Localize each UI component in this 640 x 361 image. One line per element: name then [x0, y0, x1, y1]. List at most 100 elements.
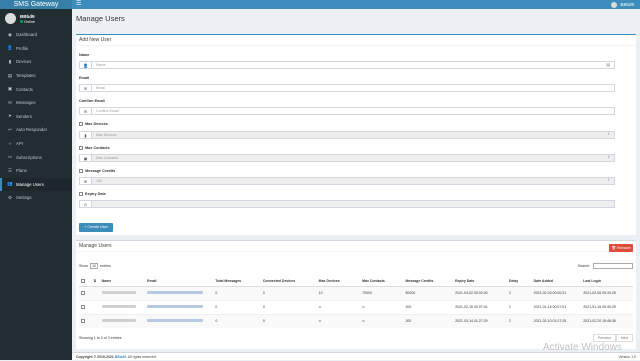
- sidebar-item-messages[interactable]: ✉ Messages: [0, 96, 72, 110]
- chevron-down-icon: ⇕: [607, 178, 610, 182]
- avatar: [611, 1, 618, 8]
- max-devices-field[interactable]: ▮ Max Devices ⇕: [79, 131, 615, 139]
- confirm-email-field[interactable]: ✉ Confirm Email: [79, 107, 615, 115]
- profile-name: BBbd9: [20, 13, 35, 19]
- max-contacts-checkbox[interactable]: [79, 146, 83, 150]
- cell-connected: 0: [260, 299, 317, 314]
- cell-delay: 2: [506, 299, 532, 314]
- menu-toggle-icon[interactable]: ☰: [76, 0, 81, 9]
- table-row[interactable]: 0 0 ∞ ∞ 200 2021-03-14 01:27:29 2 2021-02-10 01…: [79, 313, 633, 328]
- column-header[interactable]: Email: [145, 277, 214, 287]
- cell-connected: 0: [260, 313, 317, 328]
- envelope-icon: ✉: [80, 108, 92, 114]
- sidebar-item-senders[interactable]: ➤ Senders: [0, 110, 72, 124]
- max-devices-checkbox[interactable]: [79, 122, 83, 126]
- cell-delay: 2: [506, 285, 532, 300]
- file-icon: ▤: [7, 72, 13, 78]
- row-checkbox[interactable]: [79, 313, 92, 328]
- max-contacts-field[interactable]: ▣ Max Contacts ⇕: [79, 154, 615, 162]
- users-icon: 👥: [7, 181, 13, 187]
- name-label: Name: [79, 53, 90, 57]
- page-title: Manage Users: [76, 14, 125, 23]
- table-row[interactable]: 0 0 ∞ ∞ 200 2021-02-15 00:07:01 2 2021-01-16 00…: [79, 299, 633, 314]
- max-contacts-checkbox-label[interactable]: Max Contacts: [79, 146, 110, 150]
- cell-total: 0: [213, 285, 261, 300]
- expiry-checkbox-label[interactable]: Expiry Date: [79, 192, 106, 196]
- sidebar-item-contacts[interactable]: ▣ Contacts: [0, 82, 72, 96]
- cell-connected: 0: [260, 285, 317, 300]
- expiry-input[interactable]: [92, 201, 614, 207]
- sidebar-item-profile[interactable]: 👤 Profile: [0, 42, 72, 56]
- column-header[interactable]: Message Credits: [403, 277, 454, 287]
- cell-login: 2021-01-16 00:40:29: [581, 299, 633, 314]
- cell-delay: 2: [506, 313, 532, 328]
- next-button[interactable]: Next: [616, 334, 633, 342]
- column-header[interactable]: Connected Devices: [260, 277, 317, 287]
- entries-select[interactable]: 10: [90, 263, 98, 269]
- email-input[interactable]: Email: [92, 85, 614, 91]
- credits-field[interactable]: ✉ 100 ⇕: [79, 177, 615, 185]
- gear-icon: ⚙: [7, 194, 13, 200]
- credits-select[interactable]: 100: [92, 178, 614, 184]
- remove-button[interactable]: 🗑 Remove: [609, 244, 633, 252]
- column-header[interactable]: Max Devices: [316, 277, 361, 287]
- entries-control: Show 10 entries: [79, 263, 111, 269]
- dashboard-icon: ◉: [8, 31, 12, 37]
- user-icon: 👤: [7, 45, 13, 51]
- credits-checkbox[interactable]: [79, 169, 83, 173]
- sidebar-menu: ◉ Dashboard 👤 Profile ▮ Devices ▤ Templates ▣ Con…: [0, 28, 72, 205]
- reply-icon: ↩: [8, 126, 12, 132]
- max-contacts-select[interactable]: Max Contacts: [92, 155, 614, 161]
- sidebar-item-settings[interactable]: ⚙ Settings: [0, 191, 72, 205]
- app-brand[interactable]: SMS Gateway: [0, 0, 72, 9]
- sidebar-item-label: Plans: [16, 168, 27, 174]
- sidebar-item-templates[interactable]: ▤ Templates: [0, 69, 72, 83]
- sort-icon[interactable]: ⇅: [91, 277, 100, 287]
- create-user-button[interactable]: + Create User: [79, 223, 113, 232]
- name-input[interactable]: Name: [92, 62, 614, 68]
- sidebar-item-auto-responder[interactable]: ↩ Auto Responder: [0, 123, 72, 137]
- confirm-email-input[interactable]: Confirm Email: [92, 108, 614, 114]
- expiry-field[interactable]: ◷: [79, 200, 615, 208]
- redacted-name: [99, 285, 146, 300]
- sidebar-item-plans[interactable]: ☰ Plans: [0, 164, 72, 178]
- search-input[interactable]: [593, 263, 633, 269]
- user-menu[interactable]: BBbd9: [611, 0, 634, 9]
- email-field[interactable]: ✉ Email: [79, 84, 615, 92]
- redacted-name: [99, 313, 146, 328]
- name-field[interactable]: 👤 Name ▤: [79, 61, 615, 69]
- code-icon: ‹›: [8, 141, 12, 147]
- previous-button[interactable]: Previous: [592, 334, 617, 342]
- column-header[interactable]: Name: [99, 277, 146, 287]
- column-header[interactable]: Expiry Date: [453, 277, 507, 287]
- select-all-checkbox[interactable]: [79, 277, 92, 287]
- row-checkbox[interactable]: [79, 299, 92, 314]
- column-header[interactable]: Last Login: [581, 277, 633, 287]
- envelope-icon: ✉: [80, 85, 92, 91]
- row-checkbox[interactable]: [79, 285, 92, 300]
- credits-checkbox-label[interactable]: Message Credits: [79, 169, 115, 173]
- column-header[interactable]: Date Added: [531, 277, 582, 287]
- table-row[interactable]: 0 0 10 70000 50000 2021-04-02 00:00:00 2 2021-0…: [79, 285, 633, 300]
- row-spacer: [91, 285, 100, 300]
- max-devices-checkbox-label[interactable]: Max Devices: [79, 122, 108, 126]
- expiry-checkbox[interactable]: [79, 192, 83, 196]
- column-header[interactable]: Delay: [506, 277, 532, 287]
- sidebar-item-subscriptions[interactable]: ▭ Subscriptions: [0, 150, 72, 164]
- sidebar-item-devices[interactable]: ▮ Devices: [0, 55, 72, 69]
- column-header[interactable]: Total Messages: [213, 277, 261, 287]
- cell-max-devices: ∞: [316, 313, 361, 328]
- cell-total: 0: [213, 299, 261, 314]
- redacted-email: [145, 299, 214, 314]
- sidebar-item-manage-users[interactable]: 👥 Manage Users: [0, 177, 72, 192]
- cell-login: 2021-02-20 15:48:38: [581, 313, 633, 328]
- footer-brand-link[interactable]: BBbd9: [115, 355, 126, 359]
- user-icon: 👤: [80, 62, 92, 68]
- max-devices-select[interactable]: Max Devices: [92, 132, 614, 138]
- cell-max-devices: ∞: [316, 299, 361, 314]
- sidebar-item-dashboard[interactable]: ◉ Dashboard: [0, 28, 72, 42]
- address-book-icon: ▣: [7, 86, 13, 92]
- cell-added: 2021-02-03 00:00:21: [531, 285, 582, 300]
- column-header[interactable]: Max Contacts: [360, 277, 404, 287]
- sidebar-item-api[interactable]: ‹› API: [0, 137, 72, 151]
